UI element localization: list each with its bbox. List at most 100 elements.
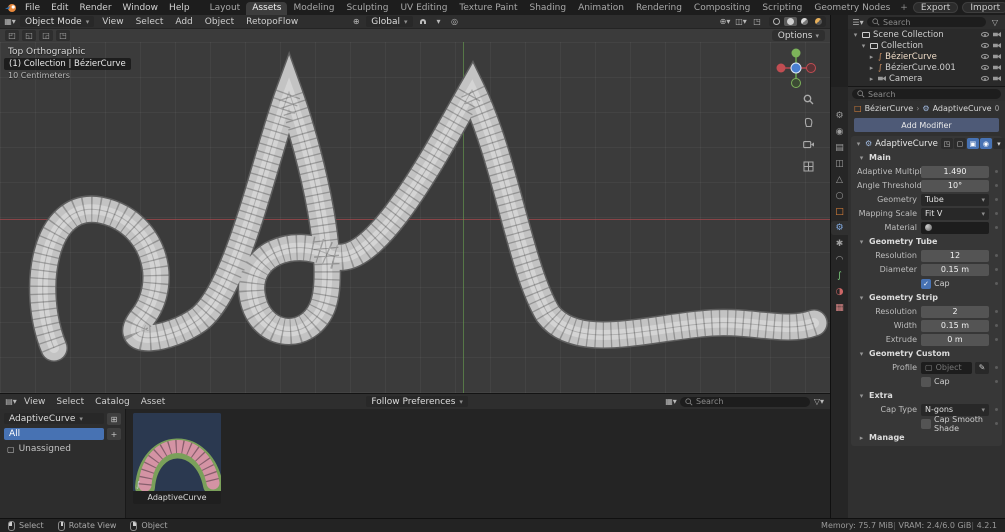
- decorate-dot-icon[interactable]: [993, 254, 999, 257]
- breadcrumb-object[interactable]: BézierCurve: [865, 104, 914, 113]
- diameter-field[interactable]: 0.15 m: [921, 263, 989, 276]
- tab-sculpting[interactable]: Sculpting: [340, 2, 394, 15]
- mode-dropdown[interactable]: Object Mode: [20, 16, 95, 27]
- render-visibility-icon[interactable]: [993, 54, 1001, 59]
- material-tab-icon[interactable]: ◑: [831, 285, 848, 299]
- view-layer-tab-icon[interactable]: ◫: [831, 157, 848, 171]
- expand-icon[interactable]: ▸: [868, 53, 875, 61]
- catalog-item-unassigned[interactable]: ▢ Unassigned: [4, 443, 121, 455]
- render-toggle-icon[interactable]: ◉: [979, 138, 992, 149]
- tube-cap-checkbox[interactable]: [921, 278, 931, 289]
- orientation-dropdown[interactable]: Global: [366, 16, 413, 27]
- tab-rendering[interactable]: Rendering: [630, 2, 688, 15]
- properties-search-input[interactable]: Search: [852, 89, 1001, 99]
- render-visibility-icon[interactable]: [993, 32, 1001, 37]
- catalog-item-all[interactable]: All: [4, 428, 104, 440]
- hide-eye-icon[interactable]: [981, 43, 989, 48]
- asset-menu-asset[interactable]: Asset: [137, 397, 170, 407]
- adaptive-multiply-field[interactable]: 1.490: [921, 165, 989, 178]
- snap-settings-caret-icon[interactable]: ▾: [433, 16, 445, 27]
- viewport-menu-object[interactable]: Object: [201, 17, 238, 27]
- tab-scripting[interactable]: Scripting: [756, 2, 808, 15]
- eyedropper-icon[interactable]: ✎: [975, 361, 989, 374]
- hide-eye-icon[interactable]: [981, 65, 989, 70]
- shading-material-icon[interactable]: [798, 17, 811, 26]
- asset-editor-type-icon[interactable]: ▤▾: [5, 396, 17, 407]
- shading-solid-icon[interactable]: [784, 17, 797, 26]
- tab-texture-paint[interactable]: Texture Paint: [453, 2, 523, 15]
- modifier-name[interactable]: AdaptiveCurve: [875, 139, 938, 149]
- realtime-toggle-icon[interactable]: ▣: [966, 138, 979, 149]
- physics-tab-icon[interactable]: ◠: [831, 253, 848, 267]
- expand-icon[interactable]: ▸: [868, 64, 875, 72]
- add-workspace-button[interactable]: +: [896, 2, 912, 15]
- modifier-header[interactable]: ▾ ⚙ AdaptiveCurve ◳ ▢ ▣ ◉ ▾ ×: [851, 136, 1005, 151]
- toggle-xray-icon[interactable]: ◳: [751, 16, 763, 27]
- filter-icon[interactable]: ▽▾: [813, 396, 825, 407]
- shading-rendered-icon[interactable]: [812, 17, 825, 26]
- extras-menu-icon[interactable]: ▾: [992, 138, 1005, 149]
- display-mode-icon[interactable]: ▦▾: [665, 396, 677, 407]
- render-visibility-icon[interactable]: [993, 65, 1001, 70]
- show-overlays-icon[interactable]: ◫▾: [735, 16, 747, 27]
- asset-search-input[interactable]: Search: [679, 396, 810, 407]
- asset-menu-view[interactable]: View: [20, 397, 49, 407]
- select-tweak-tool-icon[interactable]: ◰: [5, 30, 19, 41]
- asset-menu-select[interactable]: Select: [52, 397, 88, 407]
- decorate-dot-icon[interactable]: [993, 226, 999, 229]
- decorate-dot-icon[interactable]: [993, 366, 999, 369]
- outliner-row-scene-collection[interactable]: ▾ Scene Collection: [848, 29, 1005, 40]
- render-tab-icon[interactable]: ◉: [831, 125, 848, 139]
- blender-logo-icon[interactable]: [5, 2, 17, 13]
- move-view-hand-icon[interactable]: [803, 117, 815, 131]
- viewport-canvas[interactable]: Top Orthographic (1) Collection | Bézier…: [0, 42, 830, 393]
- hide-eye-icon[interactable]: [981, 54, 989, 59]
- edit-mode-toggle-icon[interactable]: ▢: [953, 138, 966, 149]
- cursor-tool-icon[interactable]: ◲: [39, 30, 53, 41]
- pin-icon[interactable]: [994, 105, 999, 111]
- decorate-dot-icon[interactable]: [993, 184, 999, 187]
- section-geometry-custom[interactable]: ▾ Geometry Custom: [851, 347, 1002, 360]
- add-modifier-button[interactable]: Add Modifier: [854, 118, 999, 132]
- section-geometry-tube[interactable]: ▾ Geometry Tube: [851, 235, 1002, 248]
- show-gizmo-icon[interactable]: ⊕▾: [719, 16, 731, 27]
- scene-tab-icon[interactable]: △: [831, 173, 848, 187]
- collapse-icon[interactable]: ▾: [855, 140, 862, 148]
- tab-modeling[interactable]: Modeling: [287, 2, 340, 15]
- options-dropdown[interactable]: Options: [771, 30, 825, 41]
- viewport-menu-add[interactable]: Add: [171, 17, 196, 27]
- decorate-dot-icon[interactable]: [993, 408, 999, 411]
- asset-menu-catalog[interactable]: Catalog: [91, 397, 134, 407]
- decorate-dot-icon[interactable]: [993, 338, 999, 341]
- transform-pivot-icon[interactable]: ⊕: [350, 16, 362, 27]
- decorate-dot-icon[interactable]: [993, 282, 999, 285]
- breadcrumb-modifier[interactable]: AdaptiveCurve: [933, 104, 992, 113]
- expand-icon[interactable]: ▸: [868, 75, 875, 83]
- menu-window[interactable]: Window: [118, 3, 164, 13]
- viewport-menu-select[interactable]: Select: [132, 17, 168, 27]
- extrude-field[interactable]: 0 m: [921, 333, 989, 346]
- camera-view-icon[interactable]: [803, 140, 815, 152]
- mapping-scale-dropdown[interactable]: Fit V: [921, 207, 989, 220]
- snap-magnet-icon[interactable]: [417, 16, 429, 27]
- asset-card-adaptivecurve[interactable]: ∫ AdaptiveCurve: [133, 413, 221, 504]
- menu-edit[interactable]: Edit: [46, 3, 73, 13]
- material-field[interactable]: [921, 221, 989, 234]
- outliner-row-camera[interactable]: ▸ Camera: [848, 73, 1005, 84]
- hide-eye-icon[interactable]: [981, 32, 989, 37]
- copy-library-icon[interactable]: ⊞: [107, 413, 121, 425]
- strip-resolution-field[interactable]: 2: [921, 305, 989, 318]
- outliner-search-input[interactable]: Search: [867, 17, 986, 27]
- section-main[interactable]: ▾ Main: [851, 151, 1002, 164]
- editor-type-icon[interactable]: ▦▾: [4, 16, 16, 27]
- decorate-dot-icon[interactable]: [993, 324, 999, 327]
- outliner-filter-icon[interactable]: ▽: [989, 17, 1001, 28]
- tab-shading[interactable]: Shading: [524, 2, 573, 15]
- asset-library-dropdown[interactable]: AdaptiveCurve: [4, 413, 104, 424]
- decorate-dot-icon[interactable]: [993, 310, 999, 313]
- tab-animation[interactable]: Animation: [572, 2, 630, 15]
- on-cage-toggle-icon[interactable]: ◳: [940, 138, 953, 149]
- modifiers-tab-icon[interactable]: ⚙: [831, 221, 848, 235]
- render-visibility-icon[interactable]: [993, 76, 1001, 81]
- tab-geometry-nodes[interactable]: Geometry Nodes: [808, 2, 896, 15]
